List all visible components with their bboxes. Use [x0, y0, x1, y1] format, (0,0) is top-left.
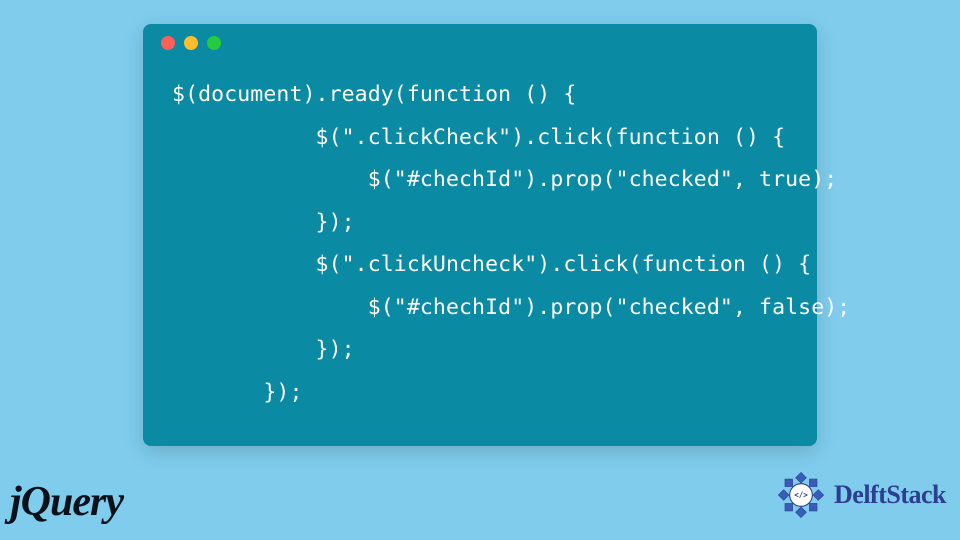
code-line: $(".clickUncheck").click(function () {	[159, 252, 811, 277]
window-titlebar	[143, 24, 817, 62]
code-line: $("#chechId").prop("checked", true);	[159, 167, 837, 192]
jquery-logo-text: jQuery	[10, 479, 123, 525]
code-line: $(document).ready(function () {	[159, 82, 576, 107]
svg-text:</>: </>	[794, 491, 808, 500]
delftstack-text: DelftStack	[834, 480, 946, 510]
delftstack-logo: </> DelftStack	[774, 468, 946, 522]
code-line: });	[159, 210, 355, 235]
code-line: $("#chechId").prop("checked", false);	[159, 295, 850, 320]
code-line: });	[159, 337, 355, 362]
jquery-logo: jQuery	[10, 475, 123, 526]
maximize-icon[interactable]	[207, 36, 221, 50]
minimize-icon[interactable]	[184, 36, 198, 50]
code-window: $(document).ready(function () { $(".clic…	[143, 24, 817, 446]
code-line: $(".clickCheck").click(function () {	[159, 125, 785, 150]
delftstack-icon: </>	[774, 468, 828, 522]
close-icon[interactable]	[161, 36, 175, 50]
code-block: $(document).ready(function () { $(".clic…	[143, 62, 817, 415]
code-line: });	[159, 380, 303, 405]
